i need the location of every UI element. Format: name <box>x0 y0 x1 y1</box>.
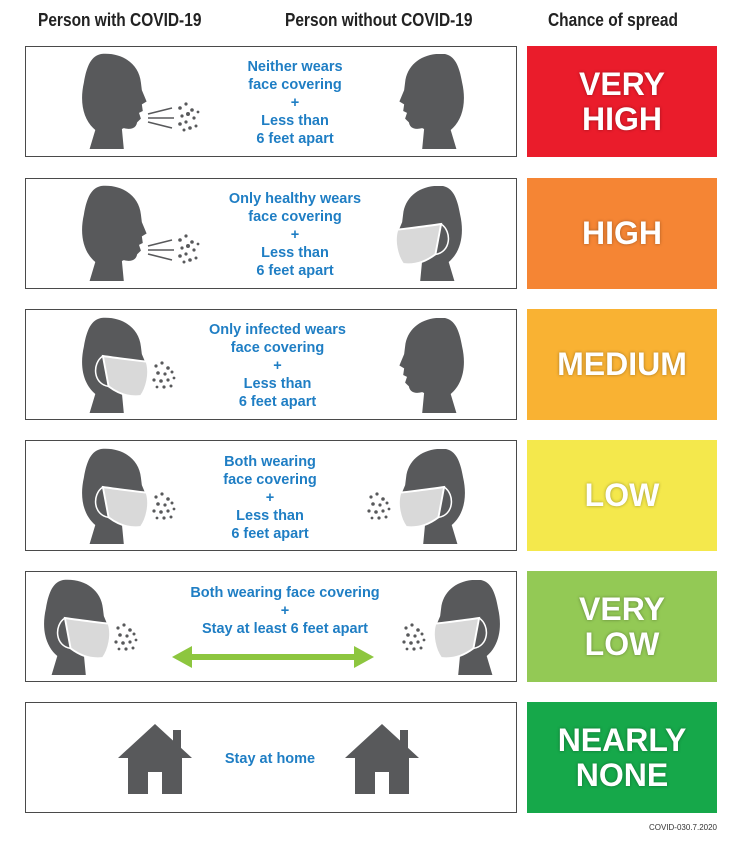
header-person-without-covid: Person without COVID-19 <box>285 10 473 30</box>
risk-very-high: VERY HIGH <box>527 46 717 157</box>
scenario-text-5: Both wearing face covering + Stay at least… <box>190 585 380 637</box>
healthy-person-masked-icon <box>367 449 465 544</box>
healthy-person-unmasked-icon <box>399 318 464 413</box>
scenario-text-1: Neither wears face covering + Less than 6 fe… <box>247 59 343 147</box>
infected-person-masked-icon <box>82 448 176 544</box>
risk-very-low: VERY LOW <box>527 571 717 682</box>
infected-person-masked-icon <box>44 579 138 675</box>
healthy-person-masked-icon <box>396 186 462 281</box>
scenario-text-3: Only infected wears face covering + Less th… <box>209 322 346 410</box>
risk-medium: MEDIUM <box>527 309 717 420</box>
risk-low: LOW <box>527 440 717 551</box>
house-icon <box>345 724 419 794</box>
infected-person-unmasked-icon <box>82 53 201 149</box>
scenario-text-4: Both wearing face covering + Less than 6 fee… <box>223 454 317 542</box>
house-icon <box>118 724 192 794</box>
infected-person-unmasked-icon <box>82 185 201 281</box>
healthy-person-unmasked-icon <box>399 54 464 149</box>
scenario-text-2: Only healthy wears face covering + Less tha… <box>228 191 362 279</box>
scenario-text-6: Stay at home <box>224 751 316 767</box>
header-chance-of-spread: Chance of spread <box>548 10 678 30</box>
risk-nearly-none: NEARLY NONE <box>527 702 717 813</box>
document-code: COVID-030.7.2020 <box>648 823 717 832</box>
double-arrow-icon <box>172 646 374 668</box>
risk-high: HIGH <box>527 178 717 289</box>
infected-person-masked-icon <box>82 317 176 413</box>
header-person-with-covid: Person with COVID-19 <box>38 10 202 30</box>
